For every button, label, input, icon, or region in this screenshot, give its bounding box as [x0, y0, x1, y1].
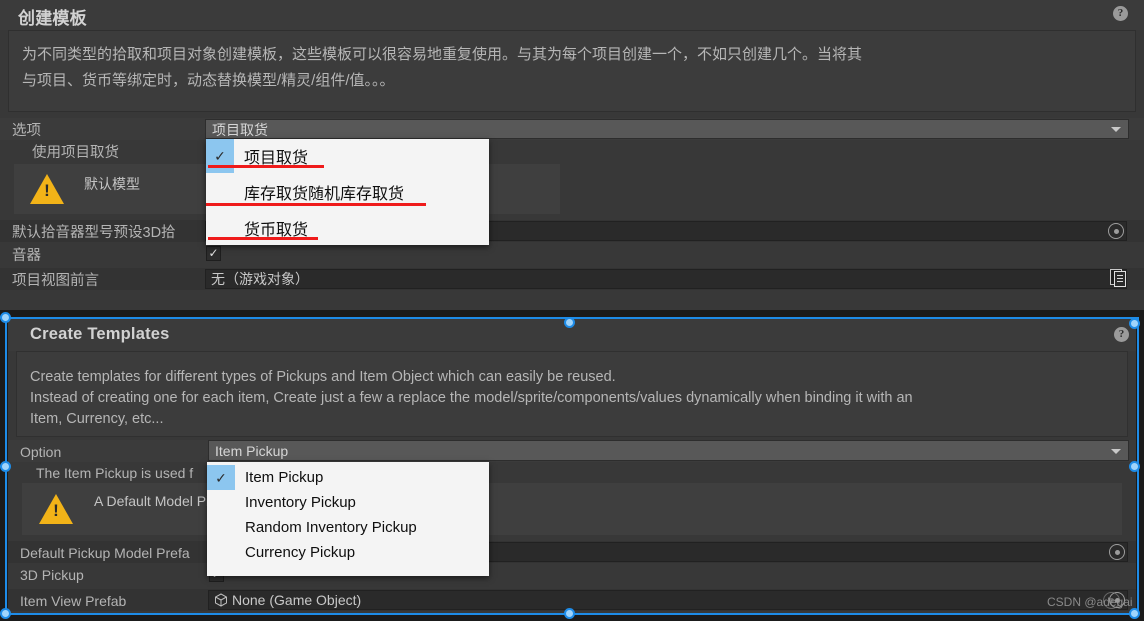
bottom-option-hint-head: The Item Pickup is used f	[36, 465, 194, 481]
selection-handle-bottom-right[interactable]	[1129, 608, 1140, 619]
clipboard-copy-icon[interactable]	[1110, 268, 1127, 287]
dropdown-option-0[interactable]: ✓ Item Pickup	[207, 465, 489, 490]
object-picker-icon[interactable]	[1108, 223, 1124, 239]
top-inspector-panel: 创建模板 ? 为不同类型的拾取和项目对象创建模板，这些模板可以很容易地重复使用。…	[0, 0, 1144, 310]
check-icon: ✓	[207, 465, 235, 490]
dropdown-option-label: 库存取货随机库存取货	[244, 186, 405, 203]
top-view-prefab-object-field[interactable]: 无（游戏对象）	[205, 269, 1127, 289]
dropdown-option-2[interactable]: Random Inventory Pickup	[207, 515, 489, 540]
check-placeholder	[207, 490, 235, 515]
bottom-description-text: Create templates for different types of …	[30, 369, 913, 427]
bottom-option-dropdown[interactable]: Item Pickup	[208, 440, 1129, 461]
top-view-prefab-label: 项目视图前言	[12, 273, 99, 289]
top-option-dropdown[interactable]: 项目取货	[205, 119, 1129, 139]
bottom-warning-helpbox: ! A Default Model Pi	[22, 483, 1122, 535]
selection-handle-top-center[interactable]	[564, 317, 575, 328]
bottom-view-prefab-label: Item View Prefab	[20, 593, 127, 609]
watermark-picker-overlay-icon	[1103, 592, 1120, 609]
dropdown-option-label: Currency Pickup	[245, 544, 356, 561]
bottom-prefab-label: Default Pickup Model Prefa	[20, 545, 190, 561]
annotation-underline-1	[208, 165, 324, 168]
object-picker-icon[interactable]	[1109, 544, 1125, 560]
top-warning-text: 默认模型	[84, 176, 140, 192]
annotation-underline-3	[208, 237, 318, 240]
screenshot-root: 创建模板 ? 为不同类型的拾取和项目对象创建模板，这些模板可以很容易地重复使用。…	[0, 0, 1144, 621]
top-option-dropdown-popup[interactable]: ✓ 项目取货 库存取货随机库存取货 货币取货	[206, 139, 489, 245]
selection-handle-mid-right[interactable]	[1129, 461, 1140, 472]
dropdown-option-label: Inventory Pickup	[245, 494, 356, 511]
bottom-option-label: Option	[20, 444, 62, 460]
top-description-text: 为不同类型的拾取和项目对象创建模板，这些模板可以很容易地重复使用。与其为每个项目…	[22, 46, 863, 89]
check-placeholder	[207, 540, 235, 565]
check-placeholder	[207, 515, 235, 540]
chevron-down-icon	[1111, 448, 1121, 454]
dropdown-option-3[interactable]: Currency Pickup	[207, 540, 489, 565]
bottom-warning-text: A Default Model Pi	[94, 493, 210, 509]
bottom-view-prefab-value: None (Game Object)	[232, 592, 362, 608]
top-view-prefab-value: 无（游戏对象）	[211, 271, 309, 287]
cube-icon	[214, 593, 228, 607]
warning-triangle-icon: !	[39, 494, 73, 524]
bottom-view-prefab-object-field[interactable]: None (Game Object)	[208, 590, 1128, 610]
chevron-down-icon	[1111, 127, 1121, 132]
help-circle-icon[interactable]: ?	[1113, 6, 1128, 21]
dropdown-option-label: Item Pickup	[245, 469, 324, 486]
bottom-3d-pickup-label: 3D Pickup	[20, 567, 84, 583]
dropdown-option-1[interactable]: Inventory Pickup	[207, 490, 489, 515]
bottom-panel-title: Create Templates	[30, 325, 170, 343]
selection-handle-top-right[interactable]	[1129, 318, 1140, 329]
help-circle-icon[interactable]: ?	[1114, 327, 1129, 342]
annotation-underline-2	[206, 203, 426, 206]
warning-triangle-icon: !	[30, 174, 64, 204]
top-option-hint: 使用项目取货	[32, 145, 119, 161]
dropdown-option-label: Random Inventory Pickup	[245, 519, 417, 536]
bottom-option-dropdown-value: Item Pickup	[215, 443, 289, 459]
top-prefab-label: 默认拾音器型号预设3D拾 音器	[12, 225, 176, 264]
selection-handle-top-left[interactable]	[0, 312, 11, 323]
top-panel-titlebar	[0, 0, 1144, 30]
top-option-label: 选项	[12, 123, 41, 139]
top-3d-pickup-checkbox[interactable]: ✓	[206, 246, 221, 261]
top-option-dropdown-value: 项目取货	[212, 122, 268, 138]
top-panel-title: 创建模板	[18, 9, 87, 28]
selection-handle-bottom-center[interactable]	[564, 608, 575, 619]
bottom-option-dropdown-popup[interactable]: ✓ Item Pickup Inventory Pickup Random In…	[207, 462, 489, 576]
selection-handle-mid-left[interactable]	[0, 461, 11, 472]
selection-handle-bottom-left[interactable]	[0, 608, 11, 619]
bottom-inspector-panel: Create Templates ? Create templates for …	[8, 319, 1136, 613]
